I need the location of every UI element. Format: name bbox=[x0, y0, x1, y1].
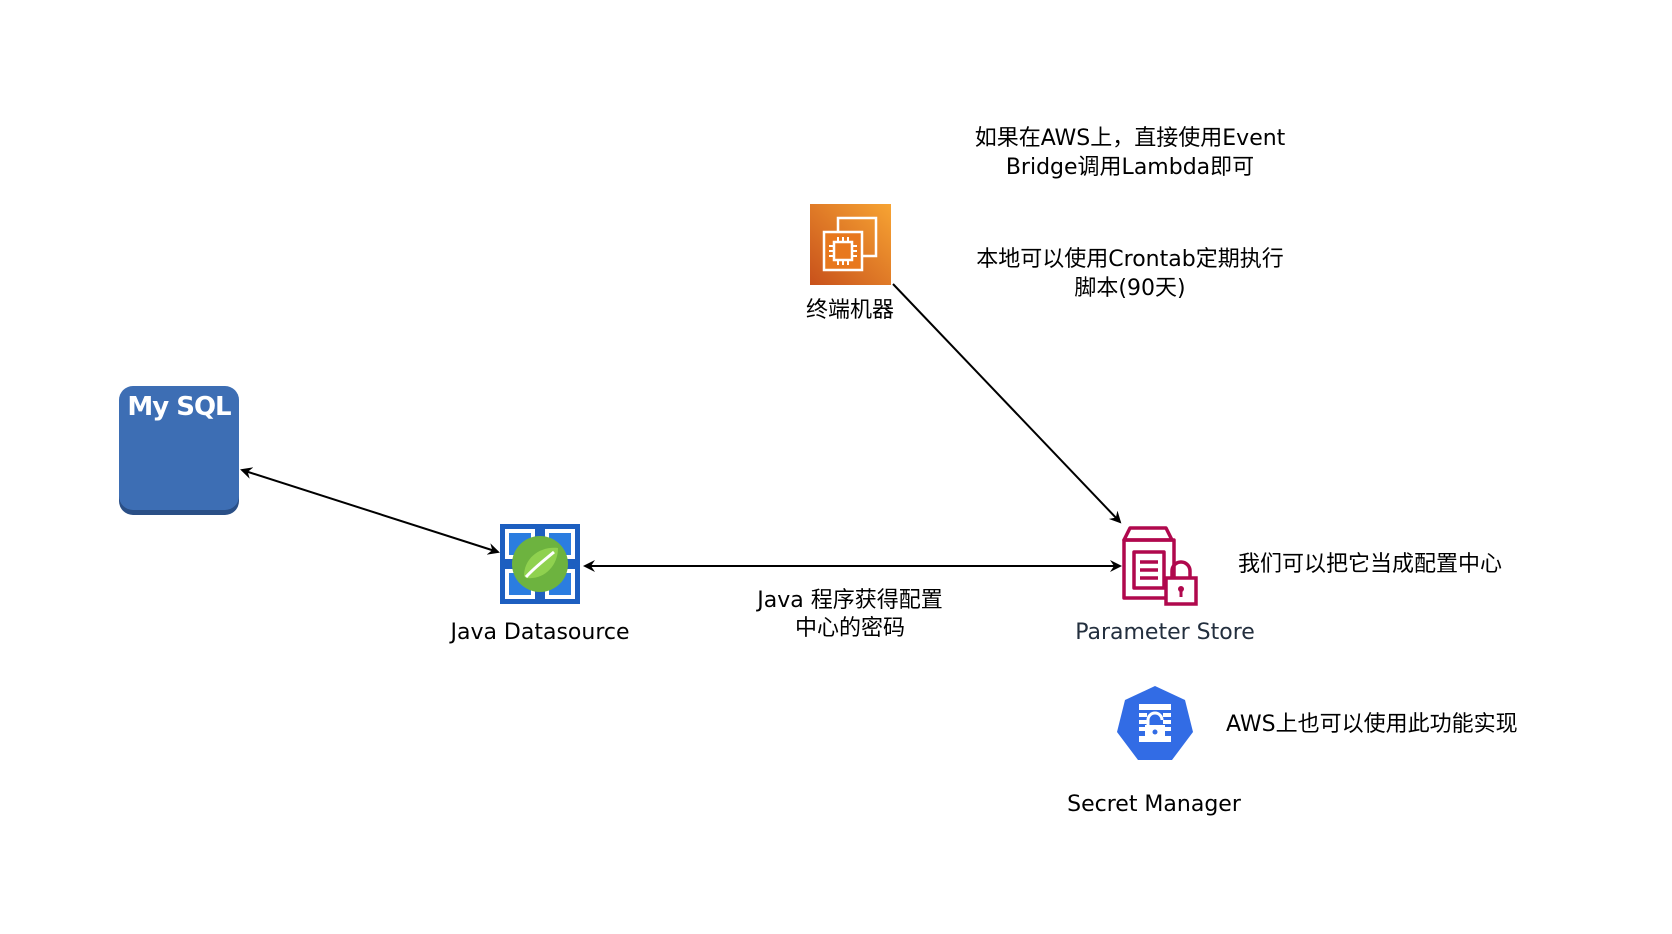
parameter-store-lock-icon[interactable] bbox=[1120, 524, 1202, 608]
connectors bbox=[240, 283, 1122, 572]
aws-alt-note: AWS上也可以使用此功能实现 bbox=[1226, 712, 1518, 737]
local-note-line2: 脚本(90天) bbox=[1074, 276, 1186, 301]
edge-label-line2: 中心的密码 bbox=[794, 616, 905, 641]
aws-note-line2: Bridge调用Lambda即可 bbox=[1005, 155, 1255, 180]
java-datasource-label: Java Datasource bbox=[450, 620, 630, 645]
spring-leaf-icon[interactable] bbox=[498, 522, 582, 606]
aws-note-line1: 如果在AWS上，直接使用Event bbox=[974, 126, 1286, 151]
local-note-line1: 本地可以使用Crontab定期执行 bbox=[976, 247, 1284, 272]
terminal-label: 终端机器 bbox=[805, 298, 894, 323]
secret-manager-label: Secret Manager bbox=[1067, 792, 1241, 817]
ec2-instance-icon[interactable] bbox=[810, 204, 891, 285]
config-center-note: 我们可以把它当成配置中心 bbox=[1238, 552, 1503, 577]
mysql-database-node[interactable]: My SQL bbox=[119, 386, 239, 510]
edge-label-line1: Java 程序获得配置 bbox=[757, 588, 943, 613]
mysql-label: My SQL bbox=[127, 392, 231, 422]
secret-manager-icon[interactable] bbox=[1115, 684, 1195, 764]
parameter-store-label: Parameter Store bbox=[1075, 620, 1255, 645]
mysql-java-edge bbox=[240, 467, 500, 555]
